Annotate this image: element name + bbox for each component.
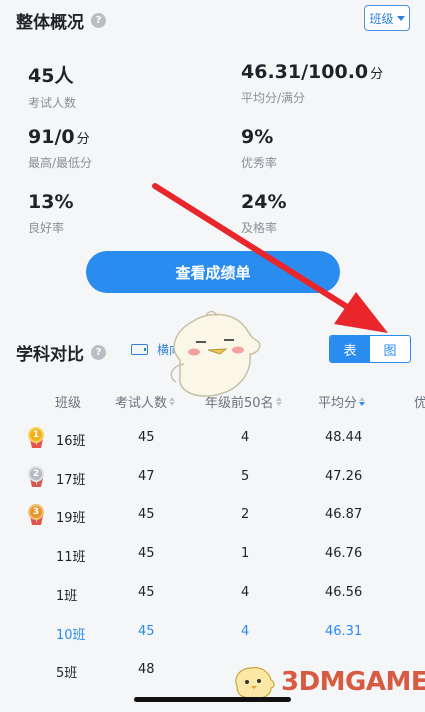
cell-exam-count: 45: [138, 546, 155, 561]
rank-number: 2: [28, 466, 44, 482]
stat-value: 46.31/100.0: [241, 61, 369, 83]
rank-medal-icon: 1: [28, 427, 46, 449]
column-label: 平均分: [318, 396, 358, 411]
cell-exam-count: 45: [138, 430, 155, 445]
stat-label: 良好率: [28, 221, 65, 235]
stat-pass-rate: 24% 及格率: [241, 191, 288, 236]
cell-exam-count: 45: [138, 585, 155, 600]
cell-class: 16班: [56, 434, 86, 449]
column-header-average[interactable]: 平均分: [318, 392, 366, 411]
cell-exam-count: 45: [138, 507, 155, 522]
watermark-mascot-icon: [235, 667, 275, 700]
column-label: 班级: [55, 396, 82, 411]
stat-excellent-rate: 9% 优秀率: [241, 126, 277, 171]
table-view-tab[interactable]: 表: [330, 336, 370, 362]
cell-class: 19班: [56, 511, 86, 526]
cell-class: 5班: [56, 666, 78, 681]
table-row[interactable]: 1班 45 4 46.56: [0, 582, 425, 604]
overview-header: 整体概况 ?: [16, 8, 106, 33]
rank-number: 1: [28, 427, 44, 443]
column-header-excellent[interactable]: 优: [414, 392, 425, 411]
stat-good-rate: 13% 良好率: [28, 191, 75, 236]
class-select-label: 班级: [369, 11, 394, 26]
cell-exam-count: 47: [138, 469, 155, 484]
stat-label: 优秀率: [241, 156, 278, 170]
column-label: 考试人数: [115, 396, 168, 411]
cell-class: 1班: [56, 589, 78, 604]
cell-top50: 4: [241, 585, 250, 600]
view-report-card-button[interactable]: 查看成绩单: [86, 251, 340, 293]
stat-label: 及格率: [241, 221, 278, 235]
cell-exam-count: 48: [138, 662, 155, 677]
rank-medal-icon: 2: [28, 466, 46, 488]
table-row[interactable]: 10班 45 4 46.31: [0, 621, 425, 643]
help-icon[interactable]: ?: [91, 345, 106, 360]
view-toggle: 表 图: [329, 335, 411, 363]
stat-max-min-score: 91/0 分 最高/最低分: [28, 126, 92, 171]
sort-icon: [275, 397, 282, 406]
home-indicator[interactable]: [134, 697, 291, 702]
cell-top50: 1: [241, 546, 250, 561]
chart-view-tab[interactable]: 图: [370, 336, 410, 362]
cell-top50: 2: [241, 507, 250, 522]
rank-medal-icon: 3: [28, 504, 46, 526]
column-header-class: 班级: [55, 392, 81, 411]
stat-exam-count: 45人 考试人数: [28, 61, 76, 111]
table-row[interactable]: 11班 45 1 46.76: [0, 543, 425, 565]
stat-value: 9%: [241, 126, 274, 148]
watermark-text: 3DMGAME: [281, 667, 425, 697]
cell-average: 46.31: [325, 624, 363, 639]
stat-unit: 分: [76, 132, 90, 147]
cell-average: 48.44: [325, 430, 363, 445]
cell-average: 46.76: [325, 546, 363, 561]
stat-value: 13%: [28, 191, 74, 213]
cell-top50: 4: [241, 624, 250, 639]
class-select-dropdown[interactable]: 班级: [364, 5, 410, 31]
table-row[interactable]: 1 16班 45 4 48.44: [0, 427, 425, 449]
stat-value: 45人: [28, 65, 74, 87]
watermark: 3DMGAME: [231, 662, 425, 702]
subject-title: 学科对比: [16, 345, 84, 365]
help-icon[interactable]: ?: [91, 13, 106, 28]
column-label: 优: [414, 396, 425, 411]
cell-average: 46.56: [325, 585, 363, 600]
sort-desc-icon: [359, 397, 366, 406]
rank-number: 3: [28, 504, 44, 520]
stat-label: 平均分/满分: [241, 91, 306, 105]
subject-header: 学科对比 ?: [16, 340, 106, 365]
stat-value: 91/0: [28, 126, 75, 148]
stat-label: 考试人数: [28, 96, 77, 110]
cell-top50: 4: [241, 430, 250, 445]
cell-exam-count: 45: [138, 624, 155, 639]
landscape-icon: [131, 344, 148, 355]
chevron-down-icon: [396, 15, 405, 21]
cell-class: 11班: [56, 550, 86, 565]
stat-label: 最高/最低分: [28, 156, 93, 170]
stat-value: 24%: [241, 191, 287, 213]
cell-top50: 5: [241, 469, 250, 484]
cell-class: 17班: [56, 473, 86, 488]
stat-average-score: 46.31/100.0 分 平均分/满分: [241, 61, 383, 106]
stat-unit: 分: [370, 67, 384, 82]
overview-title: 整体概况: [16, 13, 84, 33]
cell-class: 10班: [56, 628, 86, 643]
cell-average: 46.87: [325, 507, 363, 522]
cell-average: 47.26: [325, 469, 363, 484]
mascot-sticker-image: [170, 310, 261, 397]
table-row[interactable]: 2 17班 47 5 47.26: [0, 466, 425, 488]
table-row[interactable]: 3 19班 45 2 46.87: [0, 504, 425, 526]
